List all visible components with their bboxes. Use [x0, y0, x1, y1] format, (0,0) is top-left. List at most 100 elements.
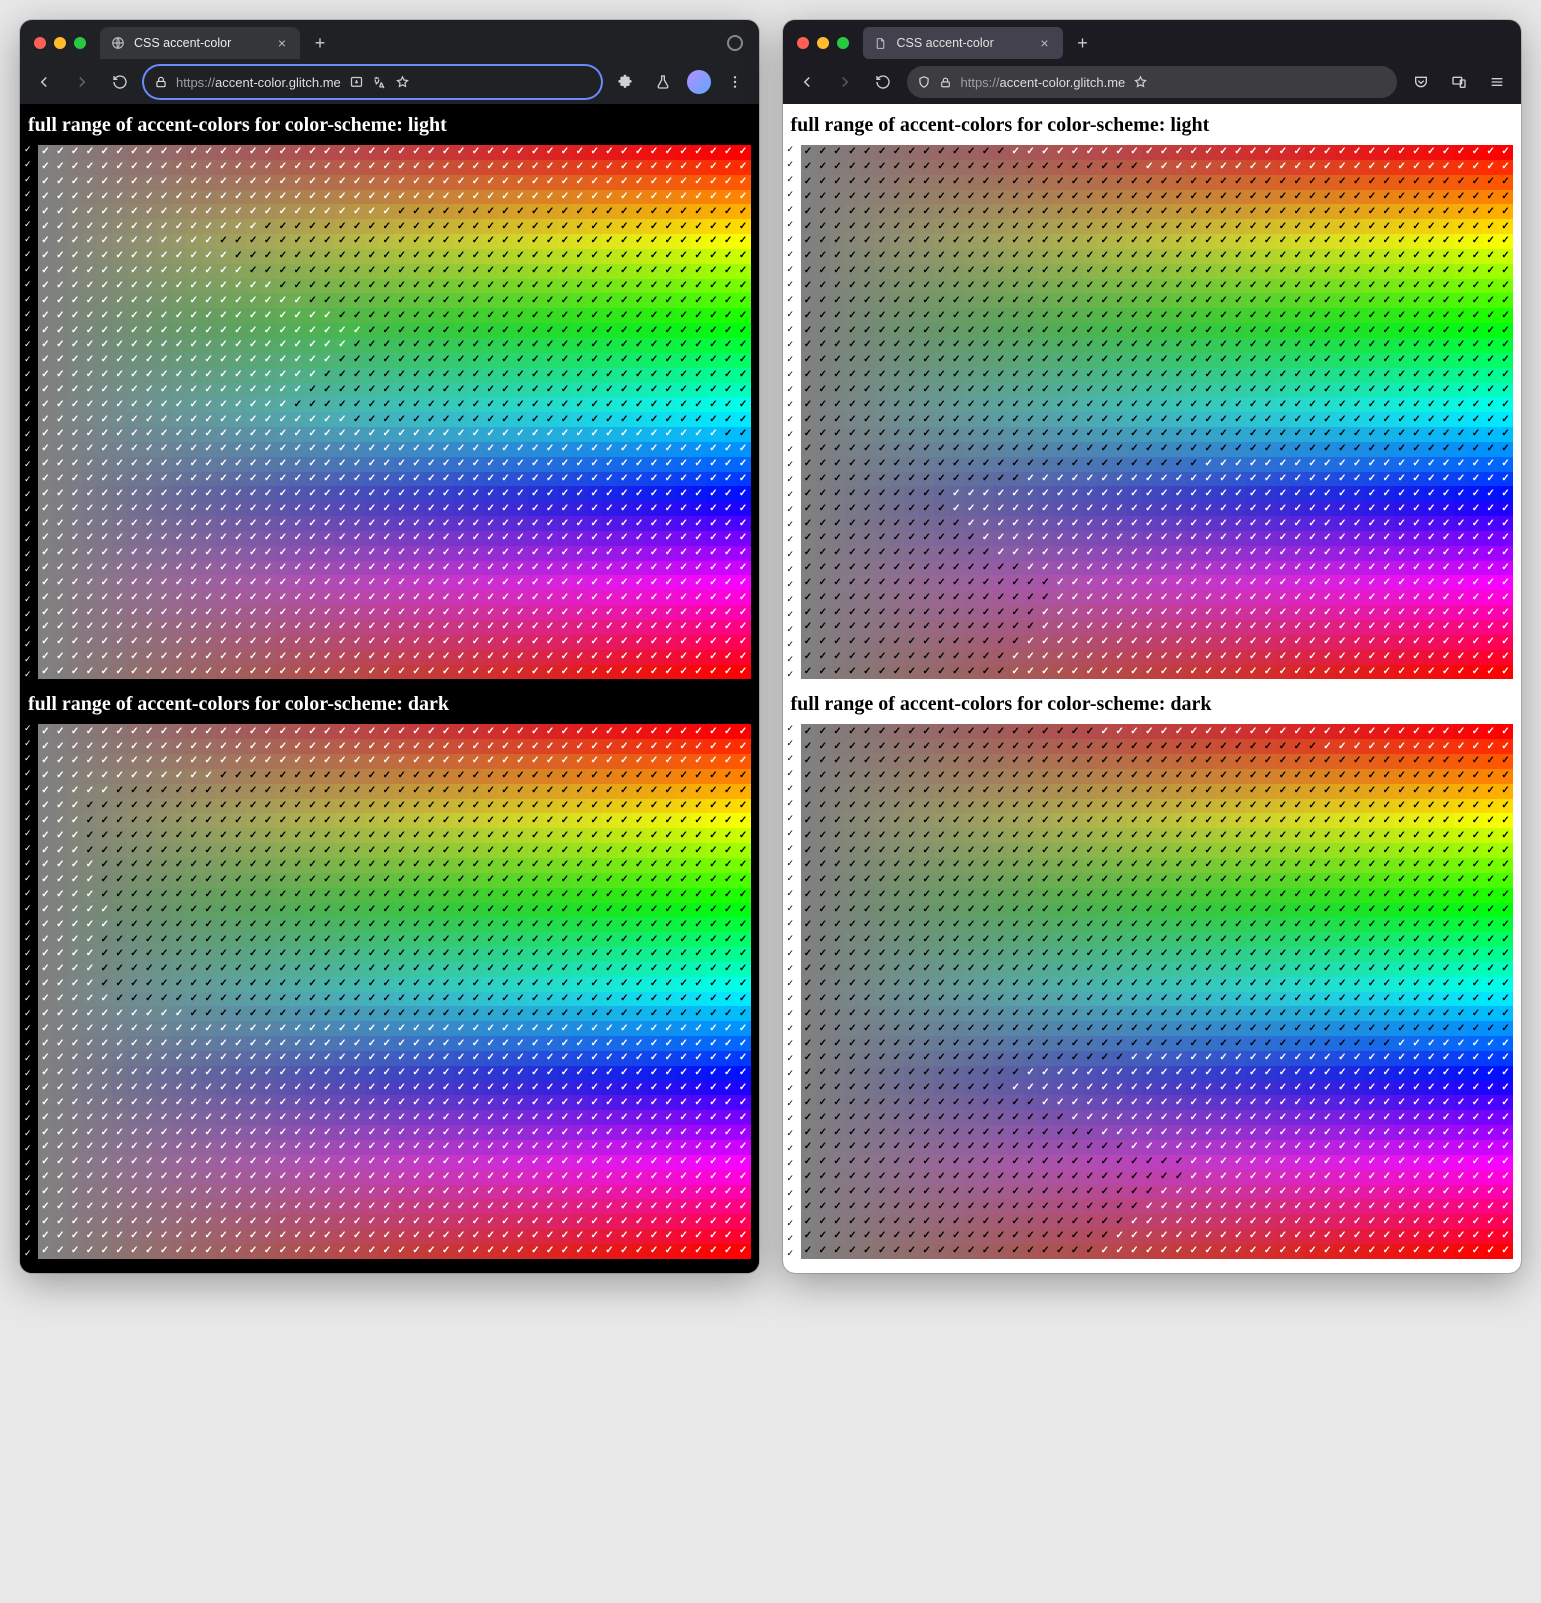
accent-swatch: ✓: [736, 264, 751, 279]
address-bar[interactable]: https://accent-color.glitch.me: [144, 66, 601, 98]
accent-swatch: ✓: [1201, 397, 1216, 412]
accent-swatch: ✓: [335, 620, 350, 635]
accent-swatch: ✓: [498, 962, 513, 977]
accent-swatch: ✓: [1305, 190, 1320, 205]
accent-swatch: ✓: [706, 1214, 721, 1229]
accent-swatch: ✓: [1172, 575, 1187, 590]
accent-swatch: ✓: [172, 635, 187, 650]
accent-swatch: ✓: [498, 799, 513, 814]
accent-swatch: ✓: [1394, 353, 1409, 368]
accent-swatch: ✓: [572, 1021, 587, 1036]
accent-swatch: ✓: [1112, 575, 1127, 590]
profile-avatar[interactable]: [687, 70, 711, 94]
accent-swatch: ✓: [1023, 472, 1038, 487]
translate-icon[interactable]: [372, 75, 387, 90]
accent-swatch: ✓: [68, 1095, 83, 1110]
accent-swatch: ✓: [830, 190, 845, 205]
accent-swatch: ✓: [1127, 516, 1142, 531]
accent-swatch: ✓: [216, 501, 231, 516]
back-button[interactable]: [30, 68, 58, 96]
bookmark-icon[interactable]: [1133, 75, 1148, 90]
zoom-window-button[interactable]: [837, 37, 849, 49]
accent-swatch: ✓: [350, 650, 365, 665]
minimize-window-button[interactable]: [54, 37, 66, 49]
accent-swatch: ✓: [1023, 323, 1038, 338]
close-window-button[interactable]: [797, 37, 809, 49]
address-bar[interactable]: https://accent-color.glitch.me: [907, 66, 1398, 98]
kebab-menu-button[interactable]: [721, 68, 749, 96]
accent-swatch: ✓: [543, 784, 558, 799]
hamburger-menu-button[interactable]: [1483, 68, 1511, 96]
accent-swatch: ✓: [1305, 279, 1320, 294]
accent-swatch: ✓: [305, 486, 320, 501]
accent-swatch: ✓: [68, 903, 83, 918]
forward-button[interactable]: [831, 68, 859, 96]
zoom-window-button[interactable]: [74, 37, 86, 49]
install-icon[interactable]: [349, 75, 364, 90]
reload-button[interactable]: [106, 68, 134, 96]
accent-swatch: ✓: [231, 338, 246, 353]
accent-swatch: ✓: [979, 160, 994, 175]
accent-swatch: ✓: [691, 1140, 706, 1155]
accent-swatch: ✓: [468, 1081, 483, 1096]
accent-swatch: ✓: [142, 888, 157, 903]
accent-swatch: ✓: [83, 828, 98, 843]
back-button[interactable]: [793, 68, 821, 96]
accent-swatch: ✓: [647, 575, 662, 590]
accent-swatch: ✓: [1498, 145, 1513, 160]
bookmark-icon[interactable]: [395, 75, 410, 90]
close-window-button[interactable]: [34, 37, 46, 49]
accent-swatch: ✓: [1350, 383, 1365, 398]
reload-button[interactable]: [869, 68, 897, 96]
accent-swatch: ✓: [647, 1140, 662, 1155]
close-tab-button[interactable]: ×: [1037, 35, 1053, 51]
accent-swatch: ✓: [528, 234, 543, 249]
accent-swatch: ✓: [528, 427, 543, 442]
pocket-button[interactable]: [1407, 68, 1435, 96]
accent-swatch: ✓: [112, 368, 127, 383]
minimize-window-button[interactable]: [817, 37, 829, 49]
accent-swatch: ✓: [276, 843, 291, 858]
accent-swatch: ✓: [186, 1170, 201, 1185]
accent-swatch: ✓: [261, 1214, 276, 1229]
accent-swatch: ✓: [186, 264, 201, 279]
accent-swatch: ✓: [1201, 234, 1216, 249]
accent-swatch: ✓: [320, 605, 335, 620]
forward-button[interactable]: [68, 68, 96, 96]
browser-tab[interactable]: CSS accent-color ×: [863, 27, 1063, 59]
accent-swatch: ✓: [201, 353, 216, 368]
accent-swatch: ✓: [979, 590, 994, 605]
accent-swatch: ✓: [454, 1185, 469, 1200]
accent-swatch: ✓: [483, 264, 498, 279]
new-tab-button[interactable]: +: [306, 29, 334, 57]
responsive-icon[interactable]: [1445, 68, 1473, 96]
close-tab-button[interactable]: ×: [274, 35, 290, 51]
accent-swatch: ✓: [1127, 472, 1142, 487]
accent-swatch: ✓: [632, 873, 647, 888]
accent-swatch: ✓: [1439, 264, 1454, 279]
labs-button[interactable]: [649, 68, 677, 96]
accent-swatch: ✓: [919, 249, 934, 264]
accent-swatch: ✓: [335, 1155, 350, 1170]
accent-swatch: ✓: [231, 575, 246, 590]
accent-swatch: ✓: [127, 799, 142, 814]
new-tab-button[interactable]: +: [1069, 29, 1097, 57]
accent-swatch: ✓: [83, 1095, 98, 1110]
accent-swatch: ✓: [890, 383, 905, 398]
accent-swatch: ✓: [815, 368, 830, 383]
accent-swatch: ✓: [875, 175, 890, 190]
accent-swatch: ✓: [38, 650, 53, 665]
accent-swatch: ✓: [216, 605, 231, 620]
accent-swatch: ✓: [246, 501, 261, 516]
extensions-button[interactable]: [611, 68, 639, 96]
accent-swatch: ✓: [112, 1021, 127, 1036]
accent-swatch: ✓: [394, 1125, 409, 1140]
shield-icon[interactable]: [917, 75, 931, 89]
accent-swatch: ✓: [964, 427, 979, 442]
accent-swatch: ✓: [1142, 546, 1157, 561]
accent-swatch: ✓: [290, 190, 305, 205]
browser-tab[interactable]: CSS accent-color ×: [100, 27, 300, 59]
accent-swatch: ✓: [830, 249, 845, 264]
accent-swatch: ✓: [97, 1214, 112, 1229]
accent-swatch: ✓: [1409, 368, 1424, 383]
